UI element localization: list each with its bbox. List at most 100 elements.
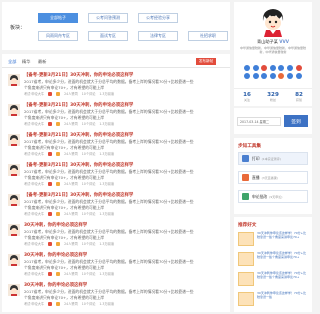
badge-grid (244, 65, 302, 79)
achievement-badge-icon[interactable] (295, 73, 302, 79)
user-avatar-icon[interactable] (8, 74, 20, 86)
profile-description: 中华通信量较新，中华通信量较新，中华通信量较新，中华通信量较新 (240, 46, 307, 55)
achievement-badge-icon[interactable] (261, 73, 268, 79)
post-author[interactable]: 考试·申论大牛 (24, 271, 44, 276)
achievement-badge-icon[interactable] (252, 65, 259, 71)
achievement-badge-icon[interactable] (269, 73, 276, 79)
level-icon (48, 211, 53, 216)
tab-all[interactable]: 全部 (8, 59, 16, 65)
stat-followers[interactable]: 329 粉丝 (260, 89, 286, 106)
post-comments: 10个评论 (81, 182, 96, 186)
tab-latest[interactable]: 最新 (38, 59, 46, 65)
board-all-posts-button[interactable]: 全部帖子 (38, 13, 78, 23)
checkin-card: 2017-03-14 星期二 签到 (234, 108, 312, 134)
achievement-badge-icon[interactable] (278, 65, 285, 71)
tools-title: 步知工具集 (238, 144, 261, 149)
user-avatar-icon[interactable] (8, 224, 20, 236)
post-list-panel: 全部 精华 最新 发布新帖 【备考-更新3月21日】30天冲刺，你的申论必须这样… (2, 54, 230, 312)
board-qa-button[interactable]: 公考问答预测 (88, 13, 128, 23)
tab-bar: 全部 精华 最新 发布新帖 (2, 54, 230, 68)
tool-essay-review[interactable]: 申论批改 (9天申论) (238, 190, 308, 203)
post-item[interactable]: 30天冲刺，你的申论必须这样学 2017省考，申论多少分，进面的机会就大于分总平均… (2, 252, 230, 282)
vip-level: VVV (279, 39, 290, 44)
post-author[interactable]: 考试·申论大牛 (24, 121, 44, 126)
post-author[interactable]: 考试·申论大牛 (24, 211, 44, 216)
post-likes: 24人赞同 (64, 302, 78, 306)
post-views: 1.3万阅读 (99, 92, 115, 96)
achievement-badge-icon[interactable] (244, 73, 250, 79)
vip-icon (56, 121, 61, 126)
tool-print[interactable]: 打印 (1本实证测评) (238, 152, 308, 165)
post-excerpt: 个角度来讲只有申论70+，才有希望的可能上岸 (24, 144, 105, 150)
achievement-badge-icon[interactable] (286, 65, 293, 71)
achievement-badge-icon[interactable] (261, 65, 268, 71)
post-meta: 考试·申论大牛 24人赞同 10个评论 1.3万阅读 (24, 241, 118, 246)
user-avatar-icon[interactable] (8, 254, 20, 266)
board-jobs-button[interactable]: 社招求职 (188, 31, 228, 41)
tab-featured[interactable]: 精华 (22, 59, 30, 65)
post-views: 1.3万阅读 (99, 152, 115, 156)
board-experience-button[interactable]: 公考经验分享 (138, 13, 178, 23)
post-title[interactable]: 【备考-更新3月21日】30天冲刺，你的申论必须这样学 (24, 72, 133, 78)
achievement-badge-icon[interactable] (295, 65, 302, 71)
achievement-badge-icon[interactable] (252, 73, 259, 79)
post-author[interactable]: 考试·申论大牛 (24, 151, 44, 156)
profile-name-row: 青山助子某 VVV (234, 39, 312, 45)
board-law-button[interactable]: 法律专区 (138, 31, 178, 41)
level-icon (48, 121, 53, 126)
user-avatar-icon[interactable] (8, 284, 20, 296)
post-comments: 10个评论 (81, 122, 96, 126)
new-post-button[interactable]: 发布新帖 (196, 58, 216, 65)
post-title[interactable]: 30天冲刺，你的申论必须这样学 (24, 252, 87, 258)
level-icon (48, 241, 53, 246)
post-title[interactable]: 30天冲刺，你的申论必须这样学 (24, 282, 87, 288)
level-icon (48, 301, 53, 306)
profile-name[interactable]: 青山助子某 (257, 39, 278, 44)
post-excerpt: 个角度来讲只有申论70+，才有希望的可能上岸 (24, 234, 105, 240)
post-excerpt: 个角度来讲只有申论70+，才有希望的可能上岸 (24, 114, 105, 120)
board-interview-button[interactable]: 面试专区 (88, 31, 128, 41)
post-title[interactable]: 【备考-更新3月21日】30天冲刺，你的申论必须这样学 (24, 102, 133, 108)
profile-avatar[interactable] (260, 7, 286, 37)
tool-live[interactable]: 直播 (3天直播课) (238, 171, 308, 184)
post-author[interactable]: 考试·申论大牛 (24, 181, 44, 186)
post-meta: 考试·申论大牛 24人赞同 10个评论 1.3万阅读 (24, 151, 118, 156)
stat-following[interactable]: 16 关注 (234, 89, 260, 106)
post-author[interactable]: 考试·申论大牛 (24, 91, 44, 96)
achievement-badge-icon[interactable] (286, 73, 293, 79)
live-icon (242, 174, 249, 181)
post-comments: 10个评论 (81, 212, 96, 216)
post-title[interactable]: 【备考-更新3月21日】30天冲刺，你的申论必须这样学 (24, 162, 133, 168)
post-title[interactable]: 【备考-更新3月21日】30天冲刺，你的申论必须这样学 (24, 132, 133, 138)
post-item[interactable]: 【备考-更新3月21日】30天冲刺，你的申论必须这样学 2017省考，申论多少分，… (2, 102, 230, 132)
print-icon (242, 155, 249, 162)
post-item[interactable]: 【备考-更新3月21日】30天冲刺，你的申论必须这样学 2017省考，申论多少分，… (2, 192, 230, 222)
post-item[interactable]: 30天冲刺，你的申论必须这样学 2017省考，申论多少分，进面的机会就大于分总平均… (2, 282, 230, 312)
user-avatar-icon[interactable] (8, 194, 20, 206)
post-likes: 24人赞同 (64, 242, 78, 246)
achievement-badge-icon[interactable] (269, 65, 276, 71)
post-views: 1.3万阅读 (99, 242, 115, 246)
post-item[interactable]: 【备考-更新3月21日】30天冲刺，你的申论必须这样学 2017省考，申论多少分，… (2, 72, 230, 102)
post-comments: 10个评论 (81, 92, 96, 96)
post-title[interactable]: 30天冲刺，你的申论必须这样学 (24, 222, 87, 228)
board-community-button[interactable]: 风雨同舟专区 (38, 31, 78, 41)
recommended-card: 推荐好文 30天冲刺你申论该这样学！70分+比较靠谱一些个角度来讲申论70+ 3… (234, 217, 312, 312)
user-avatar-icon[interactable] (8, 134, 20, 146)
post-item[interactable]: 30天冲刺，你的申论必须这样学 2017省考，申论多少分，进面的机会就大于分总平均… (2, 222, 230, 252)
post-author[interactable]: 考试·申论大牛 (24, 301, 44, 306)
post-item[interactable]: 【备考-更新3月21日】30天冲刺，你的申论必须这样学 2017省考，申论多少分，… (2, 132, 230, 162)
post-likes: 24人赞同 (64, 212, 78, 216)
post-item[interactable]: 【备考-更新3月21日】30天冲刺，你的申论必须这样学 2017省考，申论多少分，… (2, 162, 230, 192)
checkin-button[interactable]: 签到 (284, 115, 308, 127)
achievement-badge-icon[interactable] (278, 73, 285, 79)
post-meta: 考试·申论大牛 24人赞同 10个评论 1.3万阅读 (24, 211, 118, 216)
achievement-badge-icon[interactable] (244, 65, 250, 71)
post-author[interactable]: 考试·申论大牛 (24, 241, 44, 246)
user-avatar-icon[interactable] (8, 164, 20, 176)
post-likes: 24人赞同 (64, 152, 78, 156)
user-avatar-icon[interactable] (8, 104, 20, 116)
post-comments: 10个评论 (81, 302, 96, 306)
stat-likes[interactable]: 82 获赞 (286, 89, 312, 106)
post-title[interactable]: 【备考-更新3月21日】30天冲刺，你的申论必须这样学 (24, 192, 133, 198)
